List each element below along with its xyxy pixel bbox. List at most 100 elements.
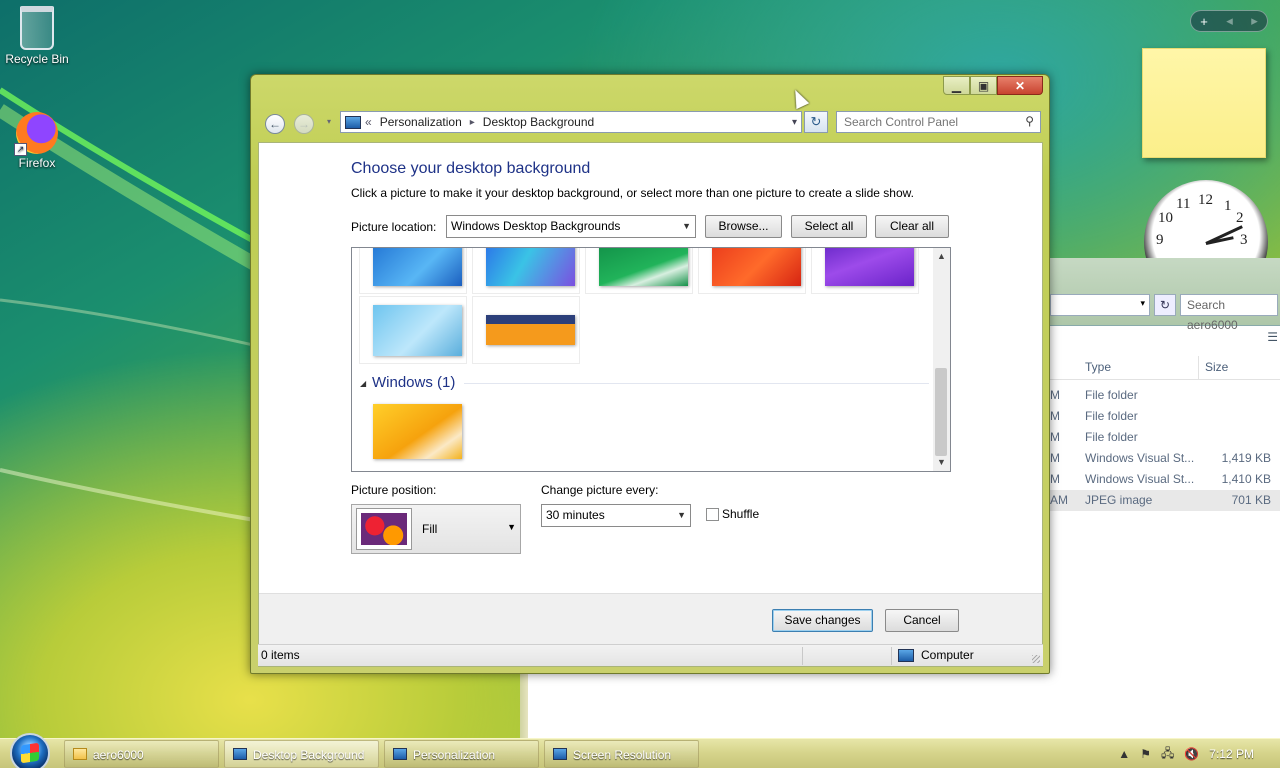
view-options-icon[interactable]: ☰ — [1267, 330, 1278, 344]
minimize-button[interactable]: ▁ — [943, 76, 970, 95]
close-button[interactable]: ✕ — [997, 76, 1043, 95]
table-row[interactable]: M File folder — [1050, 427, 1280, 448]
windows-logo-icon — [21, 742, 39, 764]
change-picture-select[interactable]: 30 minutes ▼ — [541, 504, 691, 527]
shortcut-arrow-icon: ↗ — [14, 143, 27, 156]
clear-all-button[interactable]: Clear all — [875, 215, 949, 238]
row-modified: M — [1050, 472, 1060, 486]
chevron-down-icon: ▼ — [507, 522, 516, 532]
taskbar-item-screen-resolution[interactable]: Screen Resolution — [544, 740, 699, 768]
sidebar-gadget-controls: + ◂ ▸ — [1190, 10, 1268, 32]
chevron-down-icon[interactable]: ▾ — [792, 117, 797, 128]
page-title: Choose your desktop background — [351, 160, 591, 177]
picture-location-select[interactable]: Windows Desktop Backgrounds ▼ — [446, 215, 696, 238]
explorer-refresh-button[interactable]: ↻ — [1154, 294, 1176, 316]
table-row[interactable]: M File folder — [1050, 406, 1280, 427]
wallpaper-thumbnail[interactable] — [472, 296, 580, 364]
network-icon[interactable]: 🖧 — [1161, 744, 1174, 765]
firefox-label: Firefox — [18, 156, 56, 170]
explorer-search-input[interactable]: Search aero6000 — [1180, 294, 1278, 332]
gallery-scrollbar[interactable]: ▲ ▼ — [933, 248, 950, 471]
system-tray: ▲ ⚑ 🖧 🔇 7:12 PM — [1118, 739, 1280, 768]
volume-muted-icon[interactable]: 🔇 — [1184, 747, 1199, 761]
shuffle-label[interactable]: Shuffle — [722, 507, 759, 521]
picture-position-select[interactable]: Fill ▼ — [351, 504, 521, 554]
arrow-right-icon: → — [298, 117, 310, 131]
wallpaper-thumbnail[interactable] — [359, 248, 467, 294]
forward-button[interactable]: → — [294, 114, 314, 134]
refresh-button[interactable]: ↻ — [804, 111, 828, 133]
taskbar-item-aero6000[interactable]: aero6000 — [64, 740, 219, 768]
recycle-bin-label: Recycle Bin — [5, 52, 69, 66]
select-all-button[interactable]: Select all — [791, 215, 867, 238]
wallpaper-image — [373, 248, 462, 286]
next-page-button[interactable]: ▸ — [1251, 13, 1258, 29]
show-hidden-icons-icon[interactable]: ▲ — [1118, 747, 1130, 761]
search-input[interactable] — [837, 112, 1012, 132]
explorer-frame: ▾ ↻ Search aero6000 — [1050, 258, 1280, 332]
table-row[interactable]: M File folder — [1050, 385, 1280, 406]
add-gadget-button[interactable]: + — [1200, 14, 1208, 29]
control-panel-icon — [233, 748, 247, 760]
wallpaper-thumbnail[interactable] — [698, 248, 806, 294]
shuffle-checkbox[interactable] — [706, 508, 719, 521]
table-row[interactable]: M Windows Visual St... 1,419 KB — [1050, 448, 1280, 469]
taskbar-item-personalization[interactable]: Personalization — [384, 740, 539, 768]
wallpaper-thumbnail[interactable] — [359, 296, 467, 364]
picture-gallery[interactable]: ◢ Windows (1) ▲ ▼ — [351, 247, 951, 472]
status-items-count: 0 items — [261, 648, 300, 662]
desktop-background-window[interactable]: ▁ ▣ ✕ ← → ▾ « Personalization ▸ Desktop … — [250, 74, 1050, 674]
collapse-group-icon[interactable]: ◢ — [360, 379, 366, 388]
wallpaper-image — [486, 248, 575, 286]
row-type: JPEG image — [1085, 493, 1153, 507]
action-center-flag-icon[interactable]: ⚑ — [1140, 747, 1151, 761]
row-size: 1,410 KB — [1221, 472, 1271, 486]
address-bar[interactable]: « Personalization ▸ Desktop Background ▾ — [340, 111, 802, 133]
clock-number: 3 — [1240, 232, 1248, 248]
start-button[interactable] — [10, 733, 50, 768]
table-row[interactable]: M Windows Visual St... 1,410 KB — [1050, 469, 1280, 490]
wallpaper-image — [486, 315, 575, 345]
wallpaper-thumbnail[interactable] — [585, 248, 693, 294]
background-window-edge — [520, 672, 528, 738]
navigation-bar: ← → ▾ « Personalization ▸ Desktop Backgr… — [251, 109, 1049, 139]
address-overflow-chevrons[interactable]: « — [365, 115, 372, 129]
recycle-bin-desktop-icon[interactable]: Recycle Bin — [0, 6, 74, 66]
back-button[interactable]: ← — [265, 114, 285, 134]
wallpaper-thumbnail[interactable] — [472, 248, 580, 294]
change-picture-label: Change picture every: — [541, 483, 659, 497]
scroll-up-icon[interactable]: ▲ — [933, 248, 950, 265]
group-title-windows[interactable]: Windows (1) — [372, 374, 455, 391]
row-size: 701 KB — [1231, 493, 1271, 507]
table-row[interactable]: AM JPEG image 701 KB — [1050, 490, 1280, 511]
taskbar-item-desktop-background[interactable]: Desktop Background — [224, 740, 379, 768]
row-modified: M — [1050, 430, 1060, 444]
breadcrumb-personalization[interactable]: Personalization — [380, 115, 462, 129]
scroll-thumb[interactable] — [935, 368, 947, 456]
firefox-desktop-icon[interactable]: ↗ Firefox — [0, 112, 74, 170]
background-explorer-window[interactable]: ▾ ↻ Search aero6000 ☰ Type Size M File fo… — [1050, 258, 1280, 738]
wallpaper-image — [373, 404, 462, 459]
breadcrumb-desktop-background[interactable]: Desktop Background — [483, 115, 594, 129]
resize-grip-icon[interactable] — [1032, 655, 1040, 663]
column-header-size[interactable]: Size — [1205, 360, 1228, 374]
save-changes-button[interactable]: Save changes — [772, 609, 873, 632]
cancel-button[interactable]: Cancel — [885, 609, 959, 632]
clock-time[interactable]: 7:12 PM — [1209, 747, 1254, 761]
browse-button[interactable]: Browse... — [705, 215, 782, 238]
recycle-bin-icon — [20, 6, 54, 50]
recent-pages-dropdown[interactable]: ▾ — [327, 117, 331, 126]
explorer-address-bar[interactable]: ▾ — [1050, 294, 1150, 316]
wallpaper-thumbnail[interactable] — [811, 248, 919, 294]
search-control-panel[interactable]: ⚲ — [836, 111, 1041, 133]
column-header-type[interactable]: Type — [1085, 360, 1111, 374]
row-type: File folder — [1085, 388, 1138, 402]
scroll-down-icon[interactable]: ▼ — [933, 454, 950, 471]
sticky-note-gadget[interactable] — [1142, 48, 1266, 158]
previous-page-button[interactable]: ◂ — [1226, 13, 1233, 29]
maximize-button[interactable]: ▣ — [970, 76, 997, 95]
search-icon[interactable]: ⚲ — [1025, 114, 1034, 128]
wallpaper-thumbnail[interactable] — [359, 396, 467, 464]
status-divider — [891, 647, 892, 665]
breadcrumb-separator-icon[interactable]: ▸ — [470, 117, 475, 128]
